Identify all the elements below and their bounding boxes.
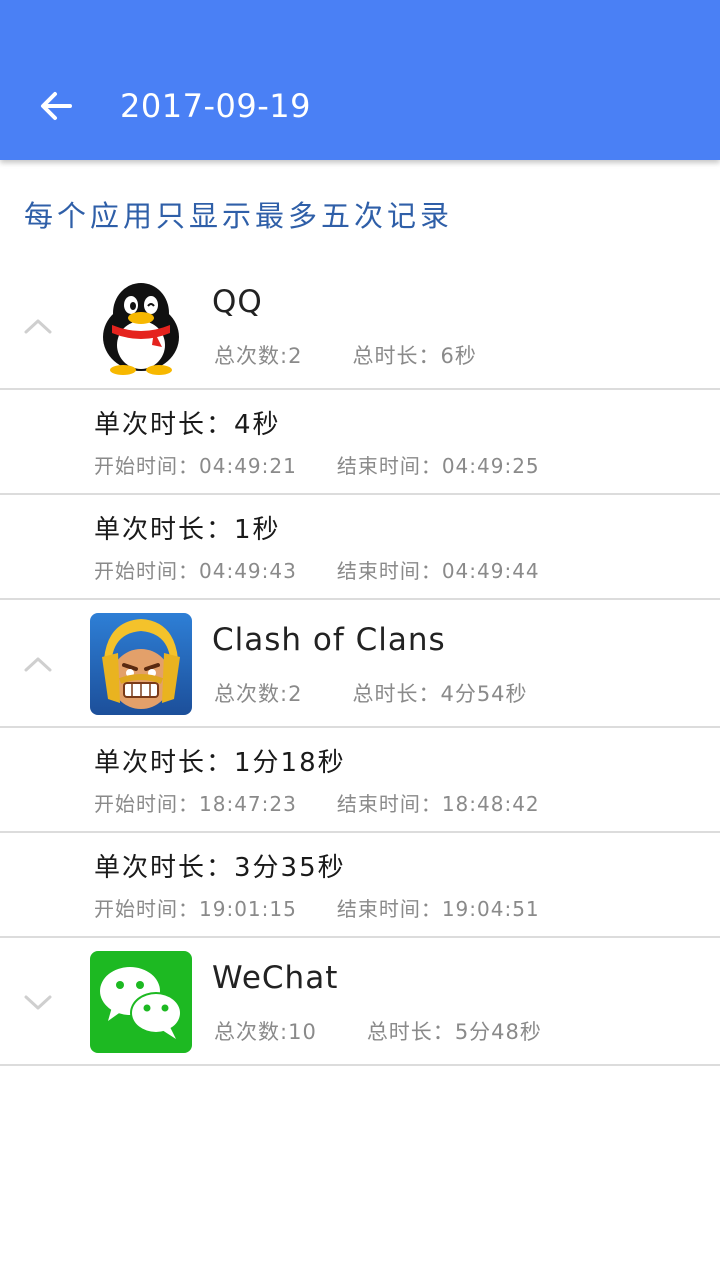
session-row: 单次时长：3分35秒 开始时间：19:01:15 结束时间：19:04:51 bbox=[0, 833, 720, 938]
session-times: 开始时间：04:49:43 结束时间：04:49:44 bbox=[94, 559, 540, 583]
records-limit-notice: 每个应用只显示最多五次记录 bbox=[24, 199, 454, 233]
session-times: 开始时间：04:49:21 结束时间：04:49:25 bbox=[94, 454, 540, 478]
end-time: 18:48:42 bbox=[441, 792, 540, 816]
wechat-bubbles-icon bbox=[90, 951, 192, 1053]
start-time: 04:49:43 bbox=[199, 559, 297, 583]
chevron-down-icon[interactable] bbox=[20, 984, 56, 1020]
session-duration: 单次时长：4秒 bbox=[94, 410, 281, 440]
total-label: 总时长： bbox=[352, 344, 441, 368]
start-time: 18:47:23 bbox=[199, 792, 297, 816]
start-time: 04:49:21 bbox=[199, 454, 297, 478]
total-label: 总时长： bbox=[352, 682, 441, 706]
count-label: 总次数: bbox=[214, 344, 289, 368]
start-time: 19:01:15 bbox=[199, 897, 297, 921]
count-value: 2 bbox=[288, 682, 303, 706]
session-row: 单次时长：1秒 开始时间：04:49:43 结束时间：04:49:44 bbox=[0, 495, 720, 600]
end-time: 19:04:51 bbox=[441, 897, 540, 921]
app-row-clash-of-clans[interactable]: Clash of Clans 总次数:2 总时长：4分54秒 bbox=[0, 600, 720, 728]
app-name: Clash of Clans bbox=[212, 622, 446, 658]
session-times: 开始时间：18:47:23 结束时间：18:48:42 bbox=[94, 792, 540, 816]
session-row: 单次时长：1分18秒 开始时间：18:47:23 结束时间：18:48:42 bbox=[0, 728, 720, 833]
page-title: 2017-09-19 bbox=[120, 87, 311, 125]
app-usage-list: QQ 总次数:2 总时长：6秒 单次时长：4秒 开始时间：04:49:21 结束时间… bbox=[0, 262, 720, 1066]
app-row-wechat[interactable]: WeChat 总次数:10 总时长：5分48秒 bbox=[0, 938, 720, 1066]
total-value: 4分54秒 bbox=[440, 682, 528, 706]
app-stats: 总次数:10 总时长：5分48秒 bbox=[214, 1016, 542, 1046]
session-duration: 单次时长：3分35秒 bbox=[94, 853, 346, 883]
end-time: 04:49:25 bbox=[441, 454, 540, 478]
arrow-left-icon bbox=[41, 92, 72, 120]
session-duration: 单次时长：1分18秒 bbox=[94, 748, 346, 778]
app-bar: 2017-09-19 bbox=[0, 0, 720, 160]
chevron-up-icon[interactable] bbox=[20, 646, 56, 682]
session-row: 单次时长：4秒 开始时间：04:49:21 结束时间：04:49:25 bbox=[0, 390, 720, 495]
chevron-up-icon[interactable] bbox=[20, 308, 56, 344]
qq-penguin-icon bbox=[90, 275, 192, 377]
session-duration: 单次时长：1秒 bbox=[94, 515, 281, 545]
count-value: 10 bbox=[288, 1020, 317, 1044]
app-stats: 总次数:2 总时长：6秒 bbox=[214, 340, 477, 370]
total-value: 6秒 bbox=[440, 344, 477, 368]
app-stats: 总次数:2 总时长：4分54秒 bbox=[214, 678, 528, 708]
count-label: 总次数: bbox=[214, 682, 289, 706]
back-button[interactable] bbox=[24, 78, 88, 134]
app-name: QQ bbox=[212, 284, 263, 320]
app-row-qq[interactable]: QQ 总次数:2 总时长：6秒 bbox=[0, 262, 720, 390]
end-time: 04:49:44 bbox=[441, 559, 540, 583]
count-value: 2 bbox=[288, 344, 303, 368]
clash-of-clans-barbarian-icon bbox=[90, 613, 192, 715]
total-label: 总时长： bbox=[366, 1020, 455, 1044]
app-name: WeChat bbox=[212, 960, 339, 996]
session-times: 开始时间：19:01:15 结束时间：19:04:51 bbox=[94, 897, 540, 921]
total-value: 5分48秒 bbox=[454, 1020, 542, 1044]
count-label: 总次数: bbox=[214, 1020, 289, 1044]
